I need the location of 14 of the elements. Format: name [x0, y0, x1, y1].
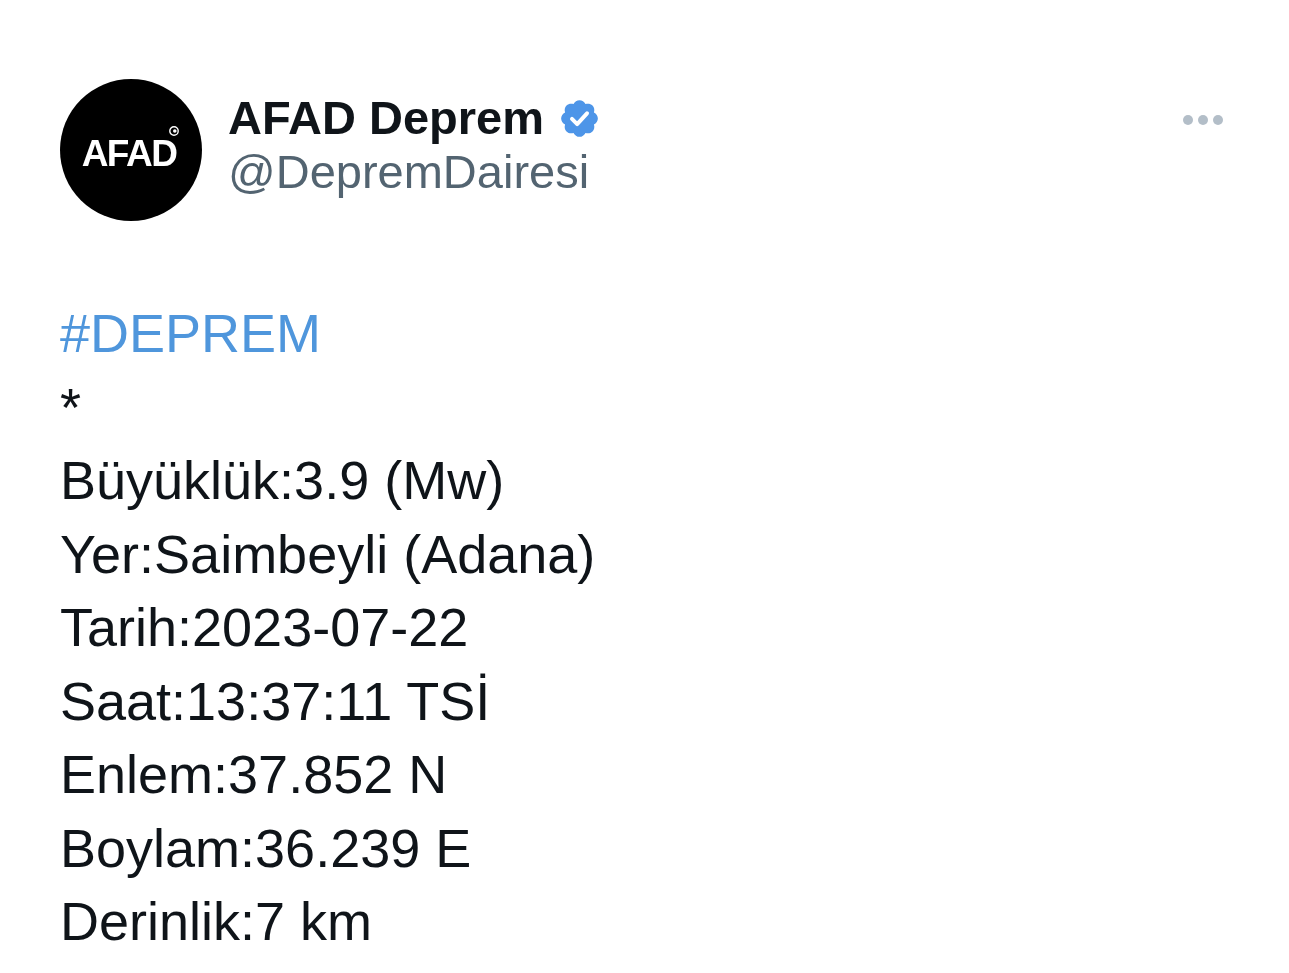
tweet-text-line: Tarih:2023-07-22 — [60, 596, 469, 659]
tweet-text-line: Yer:Saimbeyli (Adana) — [60, 522, 596, 586]
logo-text: AFAD — [81, 134, 177, 172]
avatar-logo[interactable]: AFAD — [60, 79, 202, 221]
tweet-text-line: * — [60, 375, 81, 439]
tweet-text-line: Derinlik:7 km — [60, 890, 373, 953]
crescent-mark-icon — [169, 126, 179, 136]
tweet-text-line: Boylam:36.239 E — [60, 816, 472, 880]
tweet-text-line: Saat:13:37:11 TSİ — [60, 669, 491, 733]
account-name[interactable]: AFAD Deprem — [228, 91, 544, 145]
more-options-icon[interactable] — [1182, 114, 1224, 126]
account-handle[interactable]: @DepremDairesi — [228, 145, 590, 199]
tweet-text-line: Büyüklük:3.9 (Mw) — [60, 449, 505, 512]
tweet-text-line: Enlem:37.852 N — [60, 743, 448, 806]
